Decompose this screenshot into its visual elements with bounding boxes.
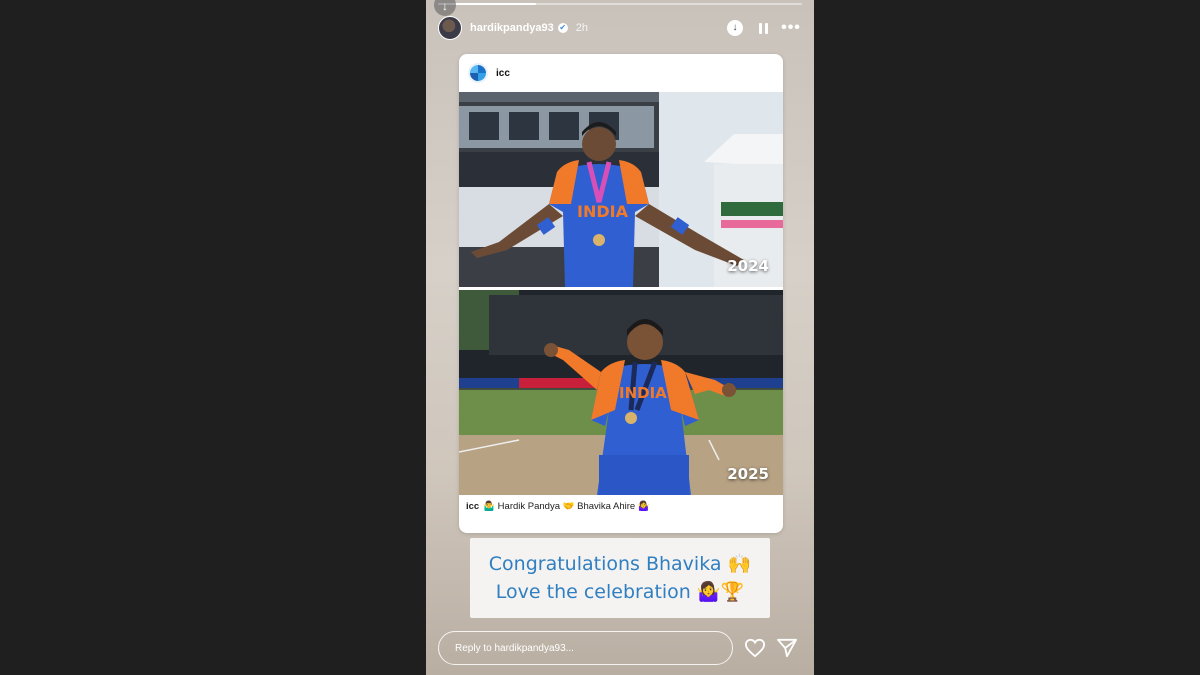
send-icon[interactable]	[776, 638, 798, 658]
congrats-text-sticker: Congratulations Bhavika 🙌 Love the celeb…	[470, 538, 770, 618]
congrats-line-2: Love the celebration 🤷‍♀️🏆	[495, 581, 745, 603]
pause-icon	[758, 22, 768, 34]
story-viewer[interactable]: ↓ hardikpandya93 ✔ 2h ↓ ••• icc INDIA 20…	[426, 0, 814, 675]
post-owner[interactable]: icc	[496, 68, 510, 79]
caption-username[interactable]: icc	[466, 501, 479, 512]
year-label-2024: 2024	[727, 257, 769, 275]
reply-placeholder: Reply to hardikpandya93...	[455, 642, 574, 654]
avatar[interactable]	[438, 16, 462, 40]
heart-icon[interactable]	[744, 638, 766, 658]
verified-icon: ✔	[557, 23, 568, 33]
svg-text:INDIA: INDIA	[619, 384, 667, 402]
story-username[interactable]: hardikpandya93	[470, 22, 554, 34]
caption-text: 🤷‍♂️ Hardik Pandya 🤝 Bhavika Ahire 🤷‍♀️	[483, 501, 650, 512]
photo-2025: INDIA 2025	[459, 290, 783, 495]
year-label-2025: 2025	[727, 465, 769, 483]
photo-2024: INDIA 2024	[459, 92, 783, 287]
download-button[interactable]: ↓	[726, 19, 744, 37]
shared-post-card[interactable]: icc	[459, 54, 783, 533]
story-progress-track	[438, 3, 802, 5]
story-time: 2h	[575, 22, 589, 34]
header-actions: ↓ •••	[726, 19, 800, 37]
post-caption: icc 🤷‍♂️ Hardik Pandya 🤝 Bhavika Ahire 🤷‍…	[466, 501, 650, 512]
download-icon: ↓	[727, 20, 743, 36]
more-options-button[interactable]: •••	[781, 19, 801, 37]
svg-text:INDIA: INDIA	[577, 202, 629, 221]
post-header: icc	[459, 54, 783, 92]
more-icon: •••	[781, 19, 801, 36]
icc-logo	[468, 63, 488, 83]
congrats-line-1: Congratulations Bhavika 🙌	[488, 553, 752, 575]
pause-button[interactable]	[754, 19, 772, 37]
story-header: hardikpandya93 ✔ 2h ↓ •••	[438, 14, 800, 42]
reply-input[interactable]: Reply to hardikpandya93...	[438, 631, 733, 665]
